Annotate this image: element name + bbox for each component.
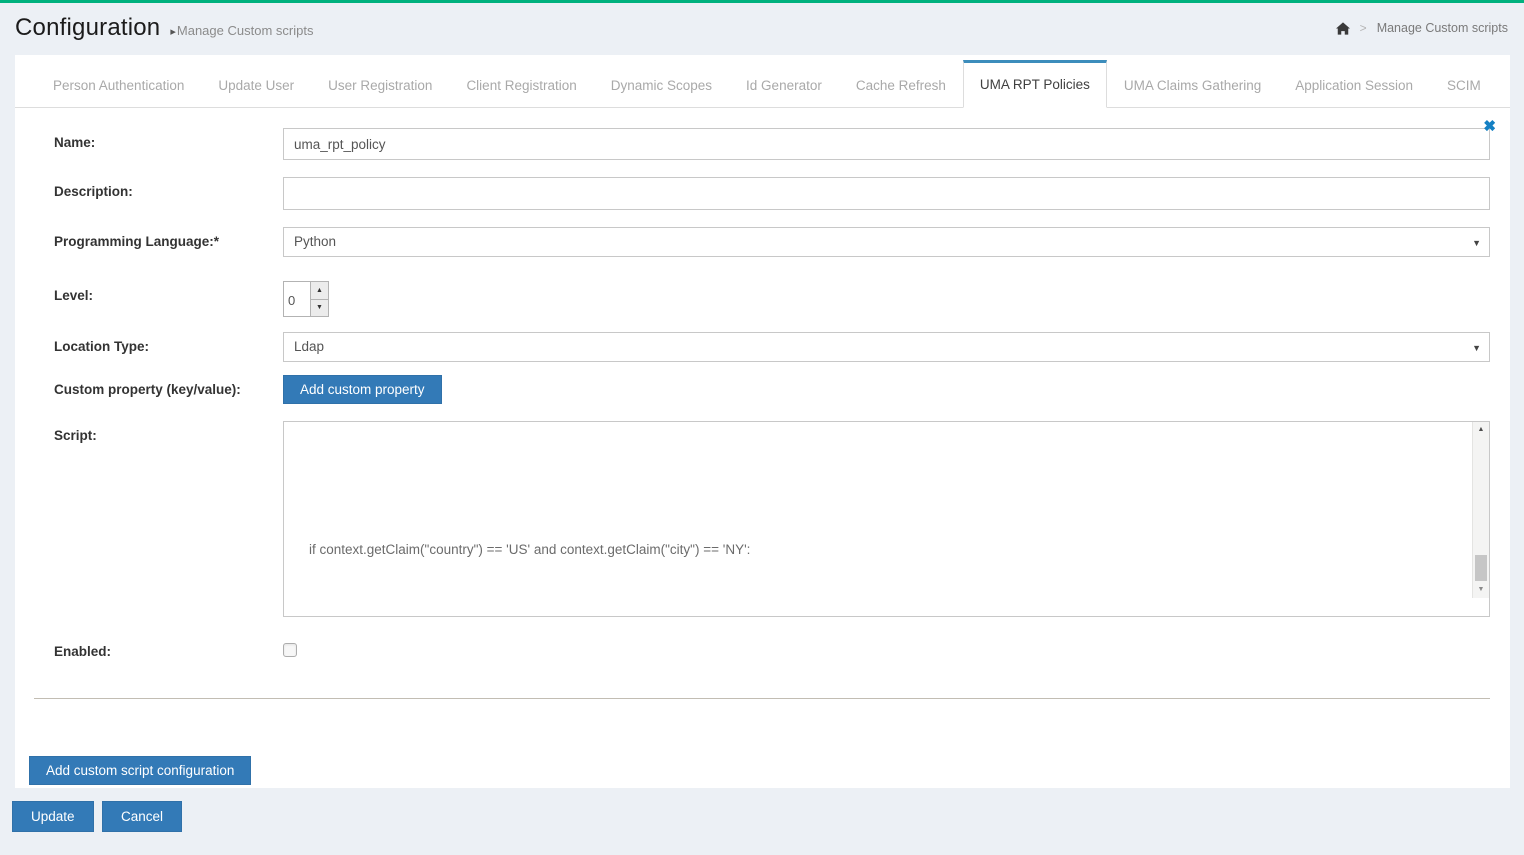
custom-property-label: Custom property (key/value):	[54, 375, 283, 397]
location-type-row: Location Type: Ldap ▼	[54, 332, 1490, 362]
update-button[interactable]: Update	[12, 801, 94, 832]
tab[interactable]: Person Authentication	[36, 60, 201, 108]
tab-label: Person Authentication	[53, 78, 184, 93]
page-subtitle-text: Manage Custom scripts	[177, 23, 314, 38]
level-label: Level:	[54, 281, 283, 303]
chevron-down-icon: ▼	[1472, 333, 1481, 363]
chevron-down-icon: ▼	[1472, 228, 1481, 258]
script-code-line: if context.getClaim("country") == 'US' a…	[294, 540, 1461, 559]
home-icon[interactable]	[1336, 22, 1350, 35]
close-icon[interactable]: ✖	[1483, 119, 1496, 134]
scroll-down-icon[interactable]: ▼	[1473, 583, 1489, 597]
enabled-label: Enabled:	[54, 637, 283, 659]
tab[interactable]: Cache Refresh	[839, 60, 963, 108]
breadcrumb-item[interactable]: Manage Custom scripts	[1377, 21, 1508, 35]
enabled-row: Enabled:	[54, 637, 1490, 662]
tab[interactable]: UMA Claims Gathering	[1107, 60, 1278, 108]
cancel-button[interactable]: Cancel	[102, 801, 182, 832]
breadcrumb-separator: >	[1360, 21, 1367, 35]
add-custom-script-configuration-button[interactable]: Add custom script configuration	[29, 756, 251, 785]
tab[interactable]: Update User	[201, 60, 311, 108]
programming-language-label: Programming Language:*	[54, 227, 283, 249]
spinner-down-icon: ▼	[316, 304, 323, 311]
tab-label: UMA RPT Policies	[980, 77, 1090, 92]
tab[interactable]: Client Registration	[449, 60, 593, 108]
page-header: Configuration ▸Manage Custom scripts > M…	[0, 3, 1524, 55]
name-label: Name:	[54, 128, 283, 150]
programming-language-value: Python	[294, 234, 336, 249]
tab-label: Update User	[218, 78, 294, 93]
tab-label: Id Generator	[746, 78, 822, 93]
subtitle-arrow-icon: ▸	[170, 26, 176, 38]
programming-language-select[interactable]: Python ▼	[283, 227, 1490, 257]
content-panel: Person Authentication Update User User R…	[15, 55, 1510, 788]
script-row: Script: if context.getClaim("country") =…	[54, 421, 1490, 617]
spinner-up-icon: ▲	[316, 287, 323, 294]
description-label: Description:	[54, 177, 283, 199]
programming-language-row: Programming Language:* Python ▼	[54, 227, 1490, 257]
level-decrement-button[interactable]: ▼	[310, 300, 329, 318]
location-type-select[interactable]: Ldap ▼	[283, 332, 1490, 362]
tab-label: Client Registration	[466, 78, 576, 93]
form-footer: Update Cancel	[0, 788, 1524, 832]
script-code: if context.getClaim("country") == 'US' a…	[294, 464, 1461, 617]
page-title: Configuration	[15, 14, 160, 42]
level-increment-button[interactable]: ▲	[310, 281, 329, 300]
level-row: Level: ▲ ▼	[54, 281, 1490, 317]
tab-label: Cache Refresh	[856, 78, 946, 93]
tab-bar: Person Authentication Update User User R…	[15, 55, 1510, 108]
add-custom-property-button[interactable]: Add custom property	[283, 375, 442, 404]
scroll-up-icon[interactable]: ▲	[1473, 423, 1489, 437]
tab[interactable]: SCIM	[1430, 60, 1498, 108]
tab[interactable]: UMA RPT Policies	[963, 60, 1107, 108]
tab[interactable]: User Registration	[311, 60, 449, 108]
script-label: Script:	[54, 421, 283, 443]
location-type-value: Ldap	[294, 339, 324, 354]
script-textarea[interactable]: if context.getClaim("country") == 'US' a…	[283, 421, 1490, 617]
tab-label: UMA Claims Gathering	[1124, 78, 1261, 93]
breadcrumb: > Manage Custom scripts	[1336, 21, 1508, 35]
description-input[interactable]	[283, 177, 1490, 210]
script-scrollbar[interactable]: ▲ ▼	[1472, 422, 1489, 598]
page-subtitle: ▸Manage Custom scripts	[170, 23, 313, 38]
level-input[interactable]	[283, 281, 310, 317]
enabled-checkbox[interactable]	[283, 643, 297, 657]
name-row: Name: ✖	[54, 128, 1490, 160]
tab-label: User Registration	[328, 78, 432, 93]
tab[interactable]: Dynamic Scopes	[594, 60, 729, 108]
location-type-label: Location Type:	[54, 332, 283, 354]
scrollbar-thumb[interactable]	[1475, 555, 1487, 581]
tab-label: Dynamic Scopes	[611, 78, 712, 93]
tab-label: Application Session	[1295, 78, 1413, 93]
level-spinner: ▲ ▼	[283, 281, 329, 317]
description-row: Description:	[54, 177, 1490, 210]
resize-grip-icon[interactable]	[1472, 599, 1489, 616]
script-code-line: print "Authorized successfully!"	[294, 616, 1461, 617]
name-input[interactable]	[283, 128, 1490, 160]
custom-script-form: Name: ✖ Description: Programming Languag…	[15, 108, 1510, 662]
custom-property-row: Custom property (key/value): Add custom …	[54, 375, 1490, 404]
tab[interactable]: Id Generator	[729, 60, 839, 108]
tab-label: SCIM	[1447, 78, 1481, 93]
tab[interactable]: Application Session	[1278, 60, 1430, 108]
